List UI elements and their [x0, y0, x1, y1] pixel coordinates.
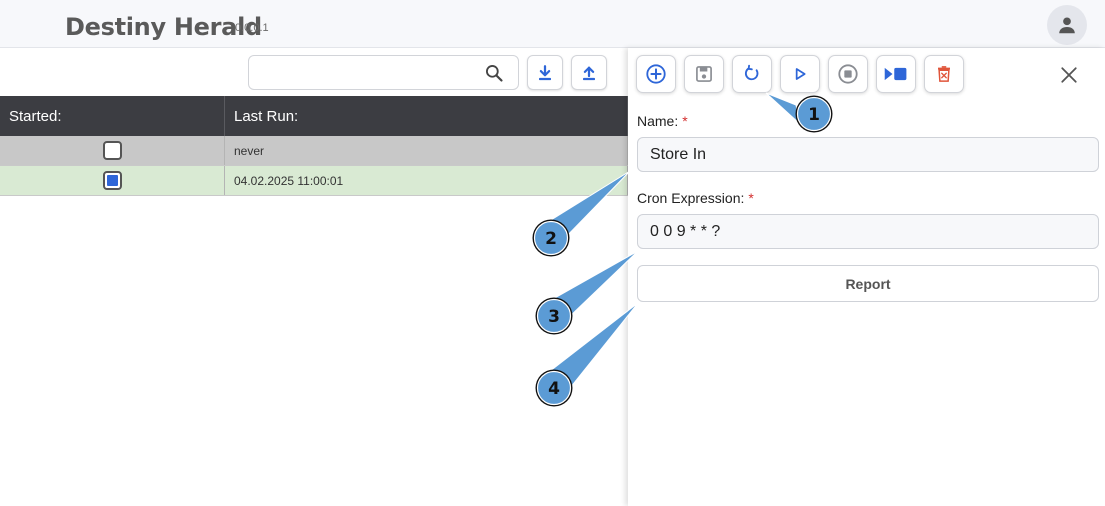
run-now-button[interactable] [876, 55, 916, 93]
callout-label: 2 [545, 229, 557, 249]
upload-icon [583, 66, 595, 80]
close-panel-button[interactable] [1056, 62, 1082, 88]
upload-button[interactable] [571, 55, 607, 90]
table-row[interactable]: 04.02.2025 11:00:01 [0, 166, 628, 196]
search-icon[interactable] [484, 63, 504, 83]
table-row[interactable]: never [0, 136, 628, 166]
name-label-text: Name: [637, 113, 679, 129]
name-input[interactable]: Store In [637, 137, 1099, 172]
table-header: Started: Last Run: [0, 96, 628, 136]
stop-icon [838, 64, 858, 84]
started-checkbox[interactable] [102, 141, 122, 160]
cron-expression-input[interactable]: 0 0 9 * * ? [637, 214, 1099, 249]
add-button[interactable] [636, 55, 676, 93]
name-label: Name: * [637, 113, 688, 129]
callout-4: 4 [535, 302, 639, 407]
download-button[interactable] [527, 55, 563, 90]
jobs-table: Started: Last Run: never 04.02.2025 11:0… [0, 96, 628, 196]
delete-icon [938, 66, 950, 82]
last-run-cell: 04.02.2025 11:00:01 [225, 166, 628, 195]
callout-label: 3 [548, 307, 560, 327]
column-header-last-run[interactable]: Last Run: [225, 96, 628, 136]
cron-label-text: Cron Expression: [637, 190, 745, 206]
callout-3: 3 [535, 250, 639, 335]
started-cell [0, 136, 225, 165]
play-button[interactable] [780, 55, 820, 93]
download-icon [539, 64, 551, 80]
user-avatar-button[interactable] [1047, 5, 1087, 45]
job-detail-panel: Name: * Store In Cron Expression: * 0 0 9 … [628, 48, 1105, 506]
cron-expression-label: Cron Expression: * [637, 190, 754, 206]
app-version: 0.0.0.1 [235, 22, 269, 34]
refresh-icon [744, 64, 759, 81]
required-marker: * [682, 113, 688, 129]
save-icon [696, 66, 712, 82]
play-icon [795, 68, 806, 80]
add-icon [646, 64, 666, 84]
run-now-icon [884, 67, 907, 81]
search-input[interactable] [248, 55, 519, 90]
report-button[interactable]: Report [637, 265, 1099, 302]
close-icon [1061, 67, 1077, 83]
required-marker: * [748, 190, 754, 206]
app-title: Destiny Herald [65, 13, 262, 41]
app-header: Destiny Herald 0.0.0.1 [0, 0, 1105, 48]
user-icon [1059, 17, 1075, 34]
last-run-cell: never [225, 136, 628, 165]
refresh-button[interactable] [732, 55, 772, 93]
stop-button[interactable] [828, 55, 868, 93]
started-cell [0, 166, 225, 195]
column-header-started[interactable]: Started: [0, 96, 225, 136]
callout-label: 4 [548, 379, 560, 399]
delete-button[interactable] [924, 55, 964, 93]
save-button[interactable] [684, 55, 724, 93]
started-checkbox[interactable] [102, 171, 122, 190]
